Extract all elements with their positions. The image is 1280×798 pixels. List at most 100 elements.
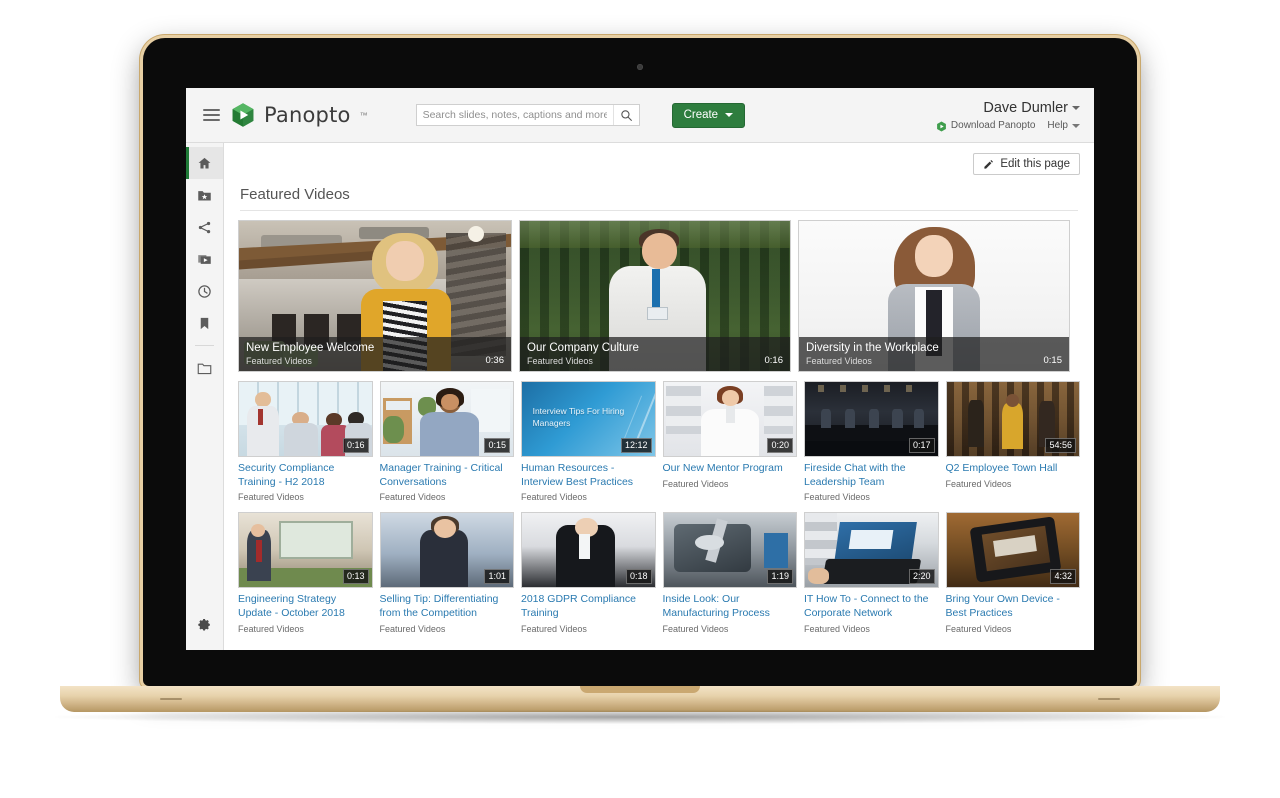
video-title[interactable]: Our New Mentor Program xyxy=(663,462,798,476)
video-title[interactable]: Bring Your Own Device - Best Practices xyxy=(946,593,1081,620)
video-caption-overlay: Our Company Culture Featured Videos 0:16 xyxy=(520,336,790,371)
video-folder: Featured Videos xyxy=(804,492,870,503)
account-name-label: Dave Dumler xyxy=(983,99,1068,116)
download-panopto-label: Download Panopto xyxy=(950,119,1036,131)
video-card[interactable]: 2:20 IT How To - Connect to the Corporat… xyxy=(804,512,939,634)
thumbnail-image: 4:32 xyxy=(945,512,1080,589)
video-title[interactable]: Fireside Chat with the Leadership Team xyxy=(804,462,939,489)
thumbnail-image: 0:15 xyxy=(379,381,514,457)
video-duration: 0:16 xyxy=(764,355,784,366)
thumbnail-image: 1:19 xyxy=(662,512,797,589)
video-caption-overlay: New Employee Welcome Featured Videos 0:3… xyxy=(239,336,511,371)
title-divider xyxy=(240,210,1078,211)
video-title[interactable]: Security Compliance Training - H2 2018 xyxy=(238,462,373,489)
search-input[interactable] xyxy=(416,105,613,125)
brand-trademark: ™ xyxy=(359,110,368,120)
sidebar-item-recent[interactable] xyxy=(186,275,223,307)
video-duration: 0:16 xyxy=(342,438,369,453)
video-title[interactable]: Manager Training - Critical Conversation… xyxy=(380,462,515,489)
account-links: Download Panopto Help xyxy=(936,120,1080,133)
thumbnail-image: 0:16 xyxy=(238,381,373,457)
video-folder: Featured Videos xyxy=(662,478,729,489)
share-icon xyxy=(198,221,211,233)
video-title: Our Company Culture xyxy=(527,341,639,354)
bookmark-icon xyxy=(200,317,209,329)
video-duration: 1:19 xyxy=(767,569,793,585)
sidebar-item-my-videos[interactable] xyxy=(186,243,223,275)
edit-this-page-button[interactable]: Edit this page xyxy=(973,153,1080,175)
video-card[interactable]: 0:18 2018 GDPR Compliance Training Featu… xyxy=(521,512,656,634)
body-row: Edit this page Featured Videos New Emplo… xyxy=(186,143,1094,650)
help-link[interactable]: Help xyxy=(1047,120,1080,133)
video-stack-icon xyxy=(198,254,211,264)
video-card[interactable]: 54:56 Q2 Employee Town Hall Featured Vid… xyxy=(945,381,1081,502)
video-title: New Employee Welcome xyxy=(246,341,375,354)
featured-video-card[interactable]: Diversity in the Workplace Featured Vide… xyxy=(798,220,1070,372)
folder-star-icon xyxy=(198,190,211,200)
featured-videos-row: New Employee Welcome Featured Videos 0:3… xyxy=(238,220,1080,372)
video-folder: Featured Videos xyxy=(527,356,593,366)
panopto-logo[interactable]: Panopto ™ xyxy=(230,102,368,128)
video-grid: 0:16 Security Compliance Training - H2 2… xyxy=(238,381,1080,634)
video-card[interactable]: 1:19 Inside Look: Our Manufacturing Proc… xyxy=(662,512,798,634)
video-card[interactable]: 0:15 Manager Training - Critical Convers… xyxy=(379,381,515,503)
clock-icon xyxy=(198,284,211,298)
video-title[interactable]: Engineering Strategy Update - October 20… xyxy=(238,593,373,620)
video-duration: 0:18 xyxy=(625,569,652,585)
sidebar-item-my-folder[interactable] xyxy=(186,179,223,211)
thumbnail-image: Interview Tips For Hiring Managers 12:12 xyxy=(521,381,656,457)
video-folder: Featured Videos xyxy=(521,492,587,503)
video-duration: 0:15 xyxy=(1043,355,1063,366)
video-folder: Featured Videos xyxy=(945,623,1012,634)
sidebar-item-settings[interactable] xyxy=(186,608,223,640)
thumbnail-image: 2:20 xyxy=(804,512,939,589)
hamburger-menu-icon[interactable] xyxy=(194,109,228,121)
sidebar-item-shared[interactable] xyxy=(186,211,223,243)
video-caption-overlay: Diversity in the Workplace Featured Vide… xyxy=(799,336,1069,371)
account-menu[interactable]: Dave Dumler xyxy=(983,99,1080,117)
gear-icon xyxy=(198,618,210,631)
video-folder: Featured Videos xyxy=(806,356,872,366)
featured-video-card[interactable]: Our Company Culture Featured Videos 0:16 xyxy=(519,220,791,372)
video-folder: Featured Videos xyxy=(246,356,312,366)
video-duration: 0:36 xyxy=(485,355,505,366)
video-duration: 0:17 xyxy=(908,438,935,453)
video-title[interactable]: IT How To - Connect to the Corporate Net… xyxy=(804,593,939,620)
download-panopto-link[interactable]: Download Panopto xyxy=(936,119,1036,133)
create-button[interactable]: Create xyxy=(671,102,746,128)
sidebar-divider xyxy=(195,345,214,346)
video-card[interactable]: 4:32 Bring Your Own Device - Best Practi… xyxy=(945,512,1081,634)
home-icon xyxy=(198,157,211,168)
video-folder: Featured Videos xyxy=(379,623,446,634)
brand-name: Panopto xyxy=(264,103,351,127)
folder-icon xyxy=(197,363,212,374)
video-card[interactable]: 0:13 Engineering Strategy Update - Octob… xyxy=(238,512,373,634)
video-duration: 2:20 xyxy=(908,569,935,585)
laptop-base-notch xyxy=(580,686,700,693)
content-toolbar: Edit this page xyxy=(238,143,1080,175)
video-card[interactable]: 0:17 Fireside Chat with the Leadership T… xyxy=(804,381,939,502)
video-card[interactable]: 0:20 Our New Mentor Program Featured Vid… xyxy=(662,381,798,502)
video-title[interactable]: Inside Look: Our Manufacturing Process xyxy=(663,593,798,620)
video-folder: Featured Videos xyxy=(379,492,446,503)
app-viewport: Panopto ™ Create Dave Dumler xyxy=(186,88,1094,650)
thumbnail-image: 0:20 xyxy=(662,381,797,457)
video-title[interactable]: Q2 Employee Town Hall xyxy=(946,462,1081,476)
video-folder: Featured Videos xyxy=(804,623,870,634)
video-card[interactable]: 1:01 Selling Tip: Differentiating from t… xyxy=(379,512,515,634)
video-title[interactable]: Human Resources - Interview Best Practic… xyxy=(521,462,656,489)
sidebar-item-home[interactable] xyxy=(186,147,223,179)
search-button[interactable] xyxy=(612,105,639,125)
video-title[interactable]: Selling Tip: Differentiating from the Co… xyxy=(380,593,515,620)
video-card[interactable]: 0:16 Security Compliance Training - H2 2… xyxy=(238,381,373,502)
featured-video-card[interactable]: New Employee Welcome Featured Videos 0:3… xyxy=(238,220,512,372)
video-card[interactable]: Interview Tips For Hiring Managers 12:12… xyxy=(521,381,656,502)
sidebar-item-bookmarks[interactable] xyxy=(186,307,223,339)
sidebar-item-browse-folders[interactable] xyxy=(186,352,223,384)
panopto-mark-icon xyxy=(232,103,254,127)
laptop-mockup: Panopto ™ Create Dave Dumler xyxy=(0,0,1280,798)
thumbnail-image: 0:18 xyxy=(521,512,656,589)
video-duration: 4:32 xyxy=(1050,569,1076,585)
video-duration: 0:20 xyxy=(767,438,793,453)
video-title[interactable]: 2018 GDPR Compliance Training xyxy=(521,593,656,620)
